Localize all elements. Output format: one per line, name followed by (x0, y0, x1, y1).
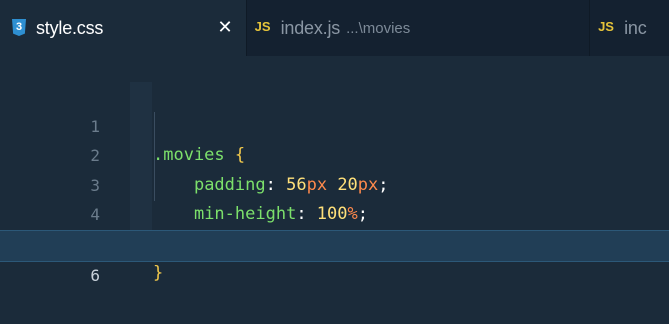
tab-title: style.css (36, 17, 104, 38)
tab-index-js[interactable]: JS index.js ...\movies (245, 0, 589, 56)
code-line[interactable]: 1 .movies { (0, 82, 669, 166)
code-line[interactable]: 5 } (0, 200, 669, 284)
tab-title: inc (624, 17, 647, 38)
tab-title: index.js (280, 17, 341, 38)
close-brace: } (153, 263, 164, 283)
line-source: } (153, 259, 163, 289)
code-line[interactable]: 3 min-height: 100%; (0, 141, 669, 225)
js-file-icon: JS (254, 19, 271, 34)
tab-index-partial[interactable]: JS inc (589, 0, 669, 56)
code-line[interactable]: 2 padding: 56px 20px; (0, 112, 669, 195)
css-file-icon: 3 (12, 19, 26, 36)
tab-style-css[interactable]: 3 style.css ✕ (0, 0, 246, 56)
close-tab-button[interactable]: ✕ (214, 16, 236, 40)
tab-description: ...\movies (346, 19, 411, 37)
code-area[interactable]: 1 .movies { 2 padding: 56px 20px; 3 min-… (0, 82, 669, 285)
code-line-current[interactable]: 6 (0, 229, 669, 285)
line-number: 6 (90, 265, 100, 285)
code-editor: 3 style.css ✕ JS index.js ...\movies JS … (0, 0, 669, 324)
tab-bar: 3 style.css ✕ JS index.js ...\movies JS … (0, 0, 669, 56)
indent-guide (154, 112, 155, 201)
code-line[interactable]: 4 width: 100%; (0, 171, 669, 254)
js-file-icon: JS (598, 19, 614, 34)
